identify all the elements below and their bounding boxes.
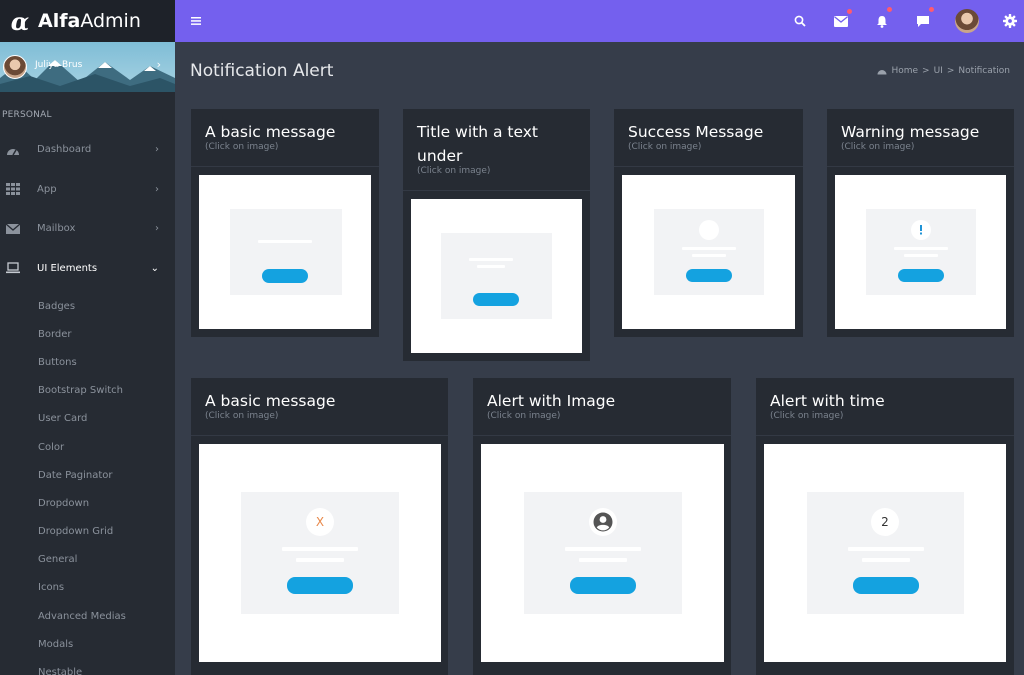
sidebar-subitem-user-card[interactable]: User Card bbox=[0, 405, 175, 433]
sidebar-subitem-modals[interactable]: Modals bbox=[0, 630, 175, 658]
sidebar-subitem-advanced-medias[interactable]: Advanced Medias bbox=[0, 602, 175, 630]
alert-ok-button bbox=[262, 269, 308, 283]
breadcrumb-ui[interactable]: UI bbox=[934, 66, 943, 76]
chevron-right-icon: › bbox=[155, 223, 159, 235]
breadcrumb-separator: > bbox=[922, 66, 930, 76]
card-success-message: Success Message (Click on image) bbox=[614, 109, 803, 337]
alert-preview-image[interactable] bbox=[411, 199, 582, 353]
alert-ok-button bbox=[570, 577, 636, 594]
sidebar-subitem-icons[interactable]: Icons bbox=[0, 574, 175, 602]
sidebar-item-ui-elements[interactable]: UI Elements ⌄ bbox=[0, 249, 175, 289]
avatar[interactable] bbox=[954, 0, 980, 42]
sidebar-item-app[interactable]: App › bbox=[0, 170, 175, 210]
breadcrumb-current: Notification bbox=[958, 66, 1010, 76]
gear-icon[interactable] bbox=[1002, 0, 1018, 42]
sidebar-section-title: PERSONAL bbox=[2, 110, 52, 120]
card-title: Title with a text under bbox=[417, 123, 538, 165]
brand-name: AlfaAdmin bbox=[38, 10, 141, 32]
breadcrumb: Home > UI > Notification bbox=[877, 66, 1010, 76]
sidebar-subitem-buttons[interactable]: Buttons bbox=[0, 348, 175, 376]
mail-icon[interactable] bbox=[832, 0, 852, 42]
card-alert-with-time: Alert with time (Click on image) 2 bbox=[756, 378, 1014, 675]
mail-notification-dot bbox=[847, 9, 852, 14]
alert-preview-image[interactable] bbox=[481, 444, 724, 662]
warning-icon bbox=[911, 220, 931, 240]
topbar bbox=[175, 0, 1024, 42]
alert-ok-button bbox=[287, 577, 353, 594]
page-title: Notification Alert bbox=[190, 61, 334, 81]
dashboard-icon bbox=[7, 148, 19, 156]
card-title-with-text: Title with a text under (Click on image) bbox=[403, 109, 590, 361]
sidebar-item-label: Mailbox bbox=[37, 223, 76, 235]
sidebar-submenu: Badges Border Buttons Bootstrap Switch U… bbox=[0, 288, 175, 675]
alert-preview-image[interactable] bbox=[199, 175, 371, 329]
card-title: Warning message bbox=[841, 123, 980, 141]
sidebar-subitem-dropdown-grid[interactable]: Dropdown Grid bbox=[0, 518, 175, 546]
search-icon[interactable] bbox=[791, 0, 809, 42]
chevron-right-icon[interactable]: › bbox=[157, 58, 161, 71]
chevron-down-icon: ⌄ bbox=[150, 262, 159, 274]
laptop-icon bbox=[6, 262, 20, 274]
card-title: Alert with Image bbox=[487, 392, 616, 410]
card-basic-message: A basic message (Click on image) bbox=[191, 109, 379, 337]
bell-notification-dot bbox=[887, 7, 892, 12]
sidebar-item-mailbox[interactable]: Mailbox › bbox=[0, 209, 175, 249]
chevron-right-icon: › bbox=[155, 144, 159, 156]
grid-icon bbox=[6, 183, 20, 196]
success-icon bbox=[699, 220, 719, 240]
timer-badge: 2 bbox=[871, 508, 899, 536]
menu-icon[interactable] bbox=[189, 0, 203, 42]
card-title: Success Message bbox=[628, 123, 764, 141]
alert-preview-image[interactable]: 2 bbox=[764, 444, 1006, 662]
sidebar-item-label: App bbox=[37, 183, 57, 195]
card-alert-with-image: Alert with Image (Click on image) bbox=[473, 378, 731, 675]
user-avatar[interactable] bbox=[3, 55, 27, 79]
alert-ok-button bbox=[473, 293, 519, 306]
brand[interactable]: α AlfaAdmin bbox=[0, 0, 175, 42]
user-panel[interactable]: Juliya Brus › bbox=[0, 42, 175, 92]
avatar-image bbox=[955, 9, 979, 33]
sidebar-subitem-nestable[interactable]: Nestable bbox=[0, 658, 175, 675]
error-icon: X bbox=[306, 508, 334, 536]
alert-ok-button bbox=[686, 269, 732, 282]
card-basic-message-2: A basic message (Click on image) X bbox=[191, 378, 448, 675]
card-warning-message: Warning message (Click on image) bbox=[827, 109, 1014, 337]
breadcrumb-separator: > bbox=[946, 66, 955, 76]
sidebar: α AlfaAdmin Juliya Brus › PERSONAL Dashb… bbox=[0, 0, 175, 675]
chat-icon[interactable] bbox=[914, 0, 934, 42]
card-title: A basic message bbox=[205, 392, 336, 410]
sidebar-subitem-general[interactable]: General bbox=[0, 546, 175, 574]
sidebar-subitem-color[interactable]: Color bbox=[0, 433, 175, 461]
card-title: A basic message bbox=[205, 123, 336, 141]
alert-ok-button bbox=[898, 269, 944, 282]
brand-logo: α bbox=[10, 6, 30, 36]
sidebar-item-label: Dashboard bbox=[37, 144, 92, 156]
user-icon bbox=[589, 508, 617, 536]
bell-icon[interactable] bbox=[873, 0, 892, 42]
breadcrumb-home[interactable]: Home bbox=[891, 66, 918, 76]
dashboard-icon bbox=[877, 70, 887, 75]
card-subtitle: (Click on image) bbox=[770, 411, 844, 421]
chevron-right-icon: › bbox=[155, 183, 159, 195]
alert-ok-button bbox=[853, 577, 919, 594]
alert-preview-image[interactable] bbox=[835, 175, 1006, 329]
alert-preview-image[interactable] bbox=[622, 175, 795, 329]
card-title: Alert with time bbox=[770, 392, 885, 410]
card-subtitle: (Click on image) bbox=[417, 166, 491, 176]
sidebar-subitem-bootstrap-switch[interactable]: Bootstrap Switch bbox=[0, 377, 175, 405]
mail-icon bbox=[6, 223, 20, 234]
chat-notification-dot bbox=[929, 7, 934, 12]
alert-preview-image[interactable]: X bbox=[199, 444, 441, 662]
sidebar-item-dashboard[interactable]: Dashboard › bbox=[0, 130, 175, 170]
sidebar-subitem-date-paginator[interactable]: Date Paginator bbox=[0, 461, 175, 489]
sidebar-subitem-dropdown[interactable]: Dropdown bbox=[0, 489, 175, 517]
sidebar-item-label: UI Elements bbox=[37, 262, 98, 274]
sidebar-subitem-badges[interactable]: Badges bbox=[0, 292, 175, 320]
sidebar-subitem-border[interactable]: Border bbox=[0, 320, 175, 348]
user-name: Juliya Brus bbox=[35, 60, 83, 70]
